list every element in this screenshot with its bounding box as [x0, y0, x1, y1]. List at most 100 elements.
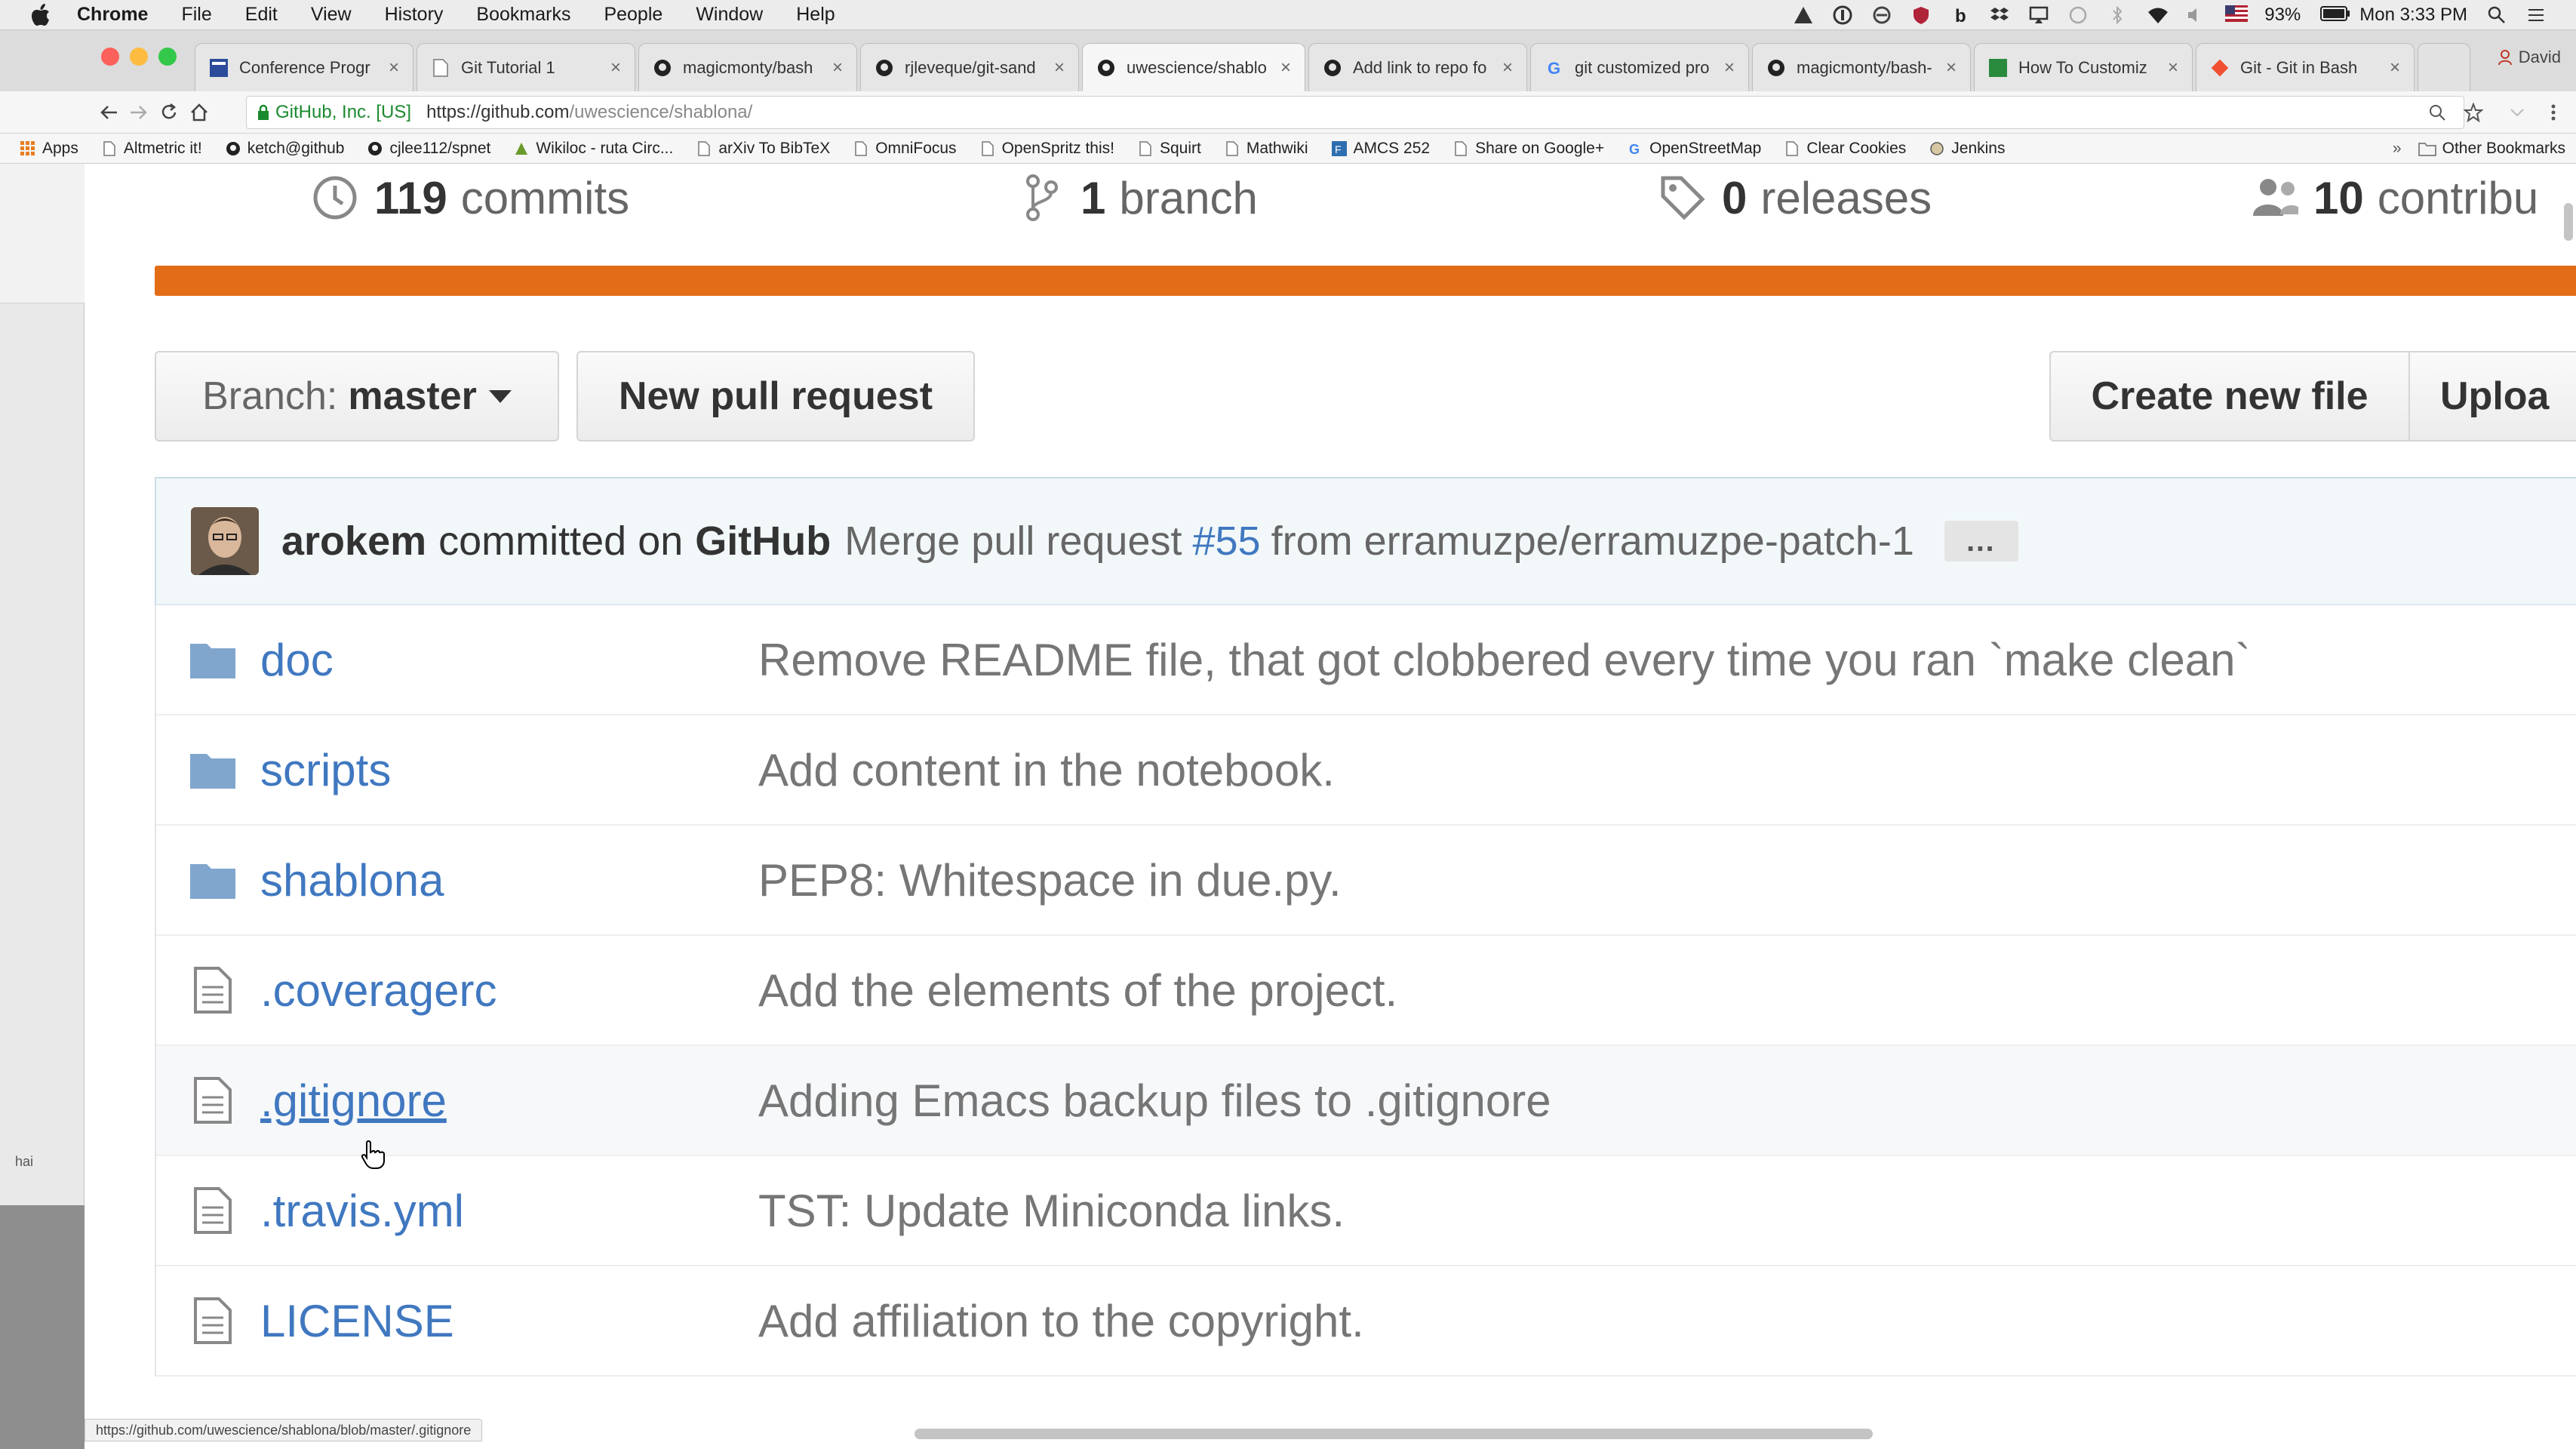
- bookmark-mathwiki[interactable]: Mathwiki: [1224, 140, 1308, 158]
- menu-clock[interactable]: Mon 3:33 PM: [2359, 5, 2467, 26]
- branch-select-button[interactable]: Branch: master: [155, 351, 559, 441]
- commits-stat[interactable]: 119 commits: [311, 164, 629, 232]
- bookmark-apps[interactable]: Apps: [20, 140, 78, 158]
- file-row-coveragerc[interactable]: .coveragerc Add the elements of the proj…: [156, 936, 2576, 1046]
- bookmark-ketch-github[interactable]: ketch@github: [225, 140, 344, 158]
- menu-file[interactable]: File: [181, 4, 211, 26]
- close-tab-icon[interactable]: ×: [389, 57, 399, 78]
- bookmark-openspritz[interactable]: OpenSpritz this!: [979, 140, 1114, 158]
- extension-icon[interactable]: [2502, 97, 2532, 128]
- bookmark-spnet[interactable]: cjlee112/spnet: [367, 140, 490, 158]
- flag-icon[interactable]: [2225, 5, 2249, 25]
- other-bookmarks[interactable]: » Other Bookmarks: [2393, 134, 2565, 164]
- forward-icon[interactable]: [124, 97, 154, 128]
- create-new-file-button[interactable]: Create new file: [2049, 351, 2410, 441]
- file-commit-message[interactable]: TST: Update Miniconda links.: [758, 1185, 1345, 1237]
- bookmark-arxiv-bibtex[interactable]: arXiv To BibTeX: [696, 140, 830, 158]
- file-row-gitignore[interactable]: .gitignore Adding Emacs backup files to …: [156, 1046, 2576, 1156]
- new-pull-request-button[interactable]: New pull request: [576, 351, 975, 441]
- menu-app-chrome[interactable]: Chrome: [77, 4, 148, 26]
- file-name[interactable]: LICENSE: [260, 1295, 758, 1347]
- file-name[interactable]: doc: [260, 634, 758, 686]
- file-row-shablona[interactable]: shablona PEP8: Whitespace in due.py.: [156, 826, 2576, 936]
- close-tab-icon[interactable]: ×: [1502, 57, 1513, 78]
- branches-stat[interactable]: 1 branch: [1017, 164, 1258, 232]
- tab-add-link-to-repo[interactable]: Add link to repo fo ×: [1308, 43, 1527, 91]
- background-window-label[interactable]: hai: [15, 1154, 33, 1170]
- wifi-icon[interactable]: [2147, 5, 2169, 25]
- file-row-doc[interactable]: doc Remove README file, that got clobber…: [156, 605, 2576, 715]
- menu-history[interactable]: History: [385, 4, 444, 26]
- file-commit-message[interactable]: Add affiliation to the copyright.: [758, 1295, 1364, 1347]
- url-text[interactable]: https://github.com/uwescience/shablona/: [426, 102, 752, 123]
- commit-author[interactable]: arokem: [281, 518, 426, 565]
- minimize-window-icon[interactable]: [130, 48, 148, 66]
- bluetooth-icon[interactable]: [2107, 5, 2127, 25]
- bookmark-jenkins[interactable]: Jenkins: [1929, 140, 2005, 158]
- apple-icon[interactable]: [27, 2, 54, 29]
- file-row-scripts[interactable]: scripts Add content in the notebook.: [156, 715, 2576, 826]
- close-window-icon[interactable]: [101, 48, 119, 66]
- bookmark-omnifocus[interactable]: OmniFocus: [853, 140, 957, 158]
- close-tab-icon[interactable]: ×: [1946, 57, 1957, 78]
- profile-button[interactable]: David: [2498, 48, 2561, 67]
- horizontal-scrollbar[interactable]: [915, 1429, 1873, 1439]
- menu-view[interactable]: View: [311, 4, 352, 26]
- file-commit-message[interactable]: Add the elements of the project.: [758, 964, 1397, 1017]
- file-name[interactable]: .gitignore: [260, 1075, 758, 1127]
- tab-git-customized-prompt[interactable]: G git customized pro ×: [1530, 43, 1749, 91]
- file-commit-message[interactable]: PEP8: Whitespace in due.py.: [758, 854, 1342, 906]
- bookmark-amcs-252[interactable]: F AMCS 252: [1331, 140, 1430, 158]
- file-name[interactable]: .travis.yml: [260, 1185, 758, 1237]
- dropbox-icon[interactable]: [1990, 5, 2009, 25]
- close-tab-icon[interactable]: ×: [1054, 57, 1065, 78]
- tab-git-tutorial[interactable]: Git Tutorial 1 ×: [417, 43, 635, 91]
- file-row-travis-yml[interactable]: .travis.yml TST: Update Miniconda links.: [156, 1156, 2576, 1266]
- home-icon[interactable]: [184, 97, 214, 128]
- battery-icon[interactable]: [2320, 5, 2350, 25]
- close-tab-icon[interactable]: ×: [2390, 57, 2400, 78]
- volume-icon[interactable]: [2186, 5, 2206, 25]
- airplay-icon[interactable]: [2029, 5, 2049, 25]
- tab-rjleveque-git-sandbox[interactable]: rjleveque/git-sand ×: [860, 43, 1079, 91]
- contributors-stat[interactable]: 10 contribu: [2250, 164, 2538, 232]
- tab-magicmonty-bash-2[interactable]: magicmonty/bash- ×: [1752, 43, 1971, 91]
- bookmark-openstreetmap[interactable]: G OpenStreetMap: [1627, 140, 1761, 158]
- bookmark-wikiloc[interactable]: Wikiloc - ruta Circ...: [513, 140, 673, 158]
- bookmark-share-google-plus[interactable]: Share on Google+: [1452, 140, 1604, 158]
- file-name[interactable]: shablona: [260, 854, 758, 906]
- tab-how-to-customize[interactable]: How To Customiz ×: [1974, 43, 2193, 91]
- commit-message-rest[interactable]: from erramuzpe/erramuzpe-patch-1: [1271, 518, 1914, 565]
- close-tab-icon[interactable]: ×: [610, 57, 621, 78]
- file-row-license[interactable]: LICENSE Add affiliation to the copyright…: [156, 1266, 2576, 1377]
- bookmark-altmetric[interactable]: Altmetric it!: [101, 140, 202, 158]
- shield-icon[interactable]: [1911, 5, 1931, 25]
- sync-icon[interactable]: [1872, 5, 1892, 25]
- menu-edit[interactable]: Edit: [245, 4, 278, 26]
- commit-message[interactable]: Merge pull request: [844, 518, 1182, 565]
- bookmark-squirt[interactable]: Squirt: [1137, 140, 1201, 158]
- avatar[interactable]: [191, 507, 259, 575]
- bookmark-clear-cookies[interactable]: Clear Cookies: [1784, 140, 1906, 158]
- tab-git-in-bash[interactable]: Git - Git in Bash ×: [2196, 43, 2415, 91]
- file-commit-message[interactable]: Add content in the notebook.: [758, 744, 1335, 796]
- upload-files-button[interactable]: Uploa: [2408, 351, 2576, 441]
- drive-icon[interactable]: [1794, 5, 1813, 25]
- chrome-menu-icon[interactable]: [2538, 97, 2568, 128]
- pull-request-link[interactable]: #55: [1192, 518, 1260, 565]
- new-tab-button[interactable]: [2418, 43, 2470, 91]
- b-app-icon[interactable]: b: [1950, 5, 1970, 26]
- menu-help[interactable]: Help: [796, 4, 835, 26]
- close-tab-icon[interactable]: ×: [832, 57, 843, 78]
- address-bar[interactable]: GitHub, Inc. [US] https://github.com/uwe…: [246, 96, 2464, 129]
- menu-window[interactable]: Window: [696, 4, 763, 26]
- tab-conference-program[interactable]: Conference Progr ×: [195, 43, 413, 91]
- reload-icon[interactable]: [154, 97, 184, 128]
- close-tab-icon[interactable]: ×: [2168, 57, 2178, 78]
- chevron-double-right-icon[interactable]: »: [2393, 140, 2402, 158]
- secure-badge[interactable]: GitHub, Inc. [US]: [257, 102, 411, 123]
- file-commit-message[interactable]: Remove README file, that got clobbered e…: [758, 634, 2251, 686]
- back-icon[interactable]: [94, 97, 124, 128]
- file-commit-message[interactable]: Adding Emacs backup files to .gitignore: [758, 1075, 1551, 1127]
- file-name[interactable]: .coveragerc: [260, 964, 758, 1017]
